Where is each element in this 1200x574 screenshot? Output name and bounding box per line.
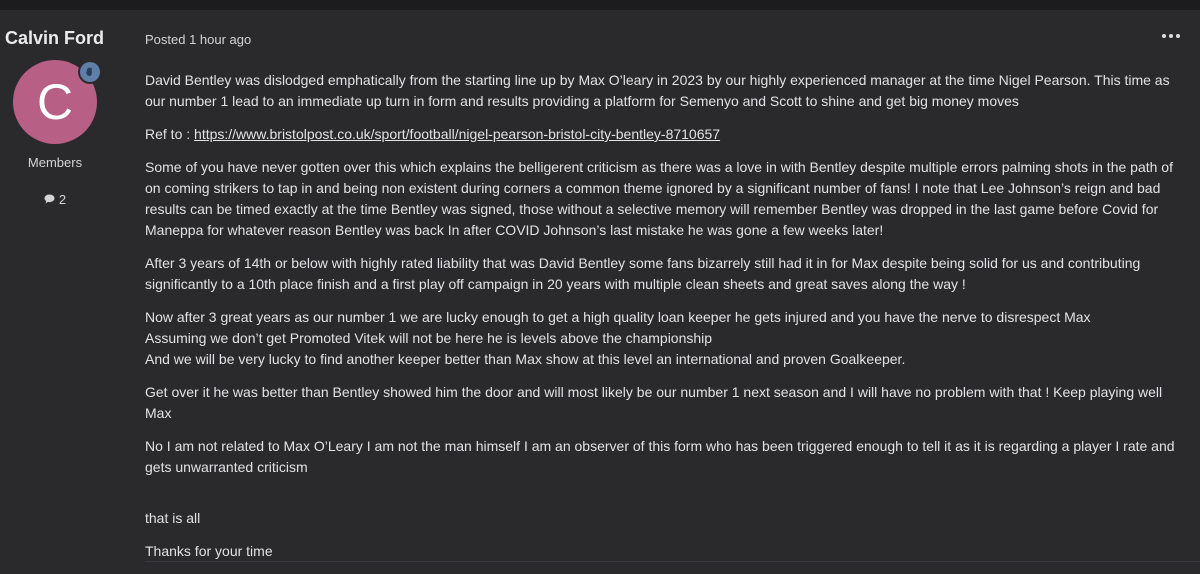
avatar-letter: C: [36, 74, 74, 130]
author-panel: Calvin Ford C Members 2: [0, 10, 122, 569]
post-meta: Posted 1 hour ago: [145, 32, 252, 47]
more-options-icon[interactable]: [1158, 30, 1184, 42]
comment-icon: [44, 192, 55, 207]
ref-label: Ref to :: [145, 126, 195, 142]
divider: [145, 561, 1200, 562]
post-content: David Bentley was dislodged emphatically…: [145, 70, 1190, 574]
paragraph: After 3 years of 14th or below with high…: [145, 255, 1141, 292]
top-bar: [0, 0, 1200, 10]
paragraph-multiline: Now after 3 great years as our number 1 …: [145, 307, 1190, 370]
line: And we will be very lucky to find anothe…: [145, 351, 906, 367]
post-count-value: 2: [58, 192, 67, 207]
reference-paragraph: Ref to : https://www.bristolpost.co.uk/s…: [145, 124, 1190, 145]
paragraph: that is all: [145, 510, 201, 526]
ref-link[interactable]: https://www.bristolpost.co.uk/sport/foot…: [194, 126, 720, 142]
line: Assuming we don’t get Promoted Vitek wil…: [145, 330, 713, 346]
hand-badge-icon: [80, 62, 100, 82]
post-count: 2: [0, 192, 110, 207]
post: Posted 1 hour ago David Bentley was disl…: [145, 10, 1190, 569]
paragraph: Get over it he was better than Bentley s…: [145, 384, 1163, 421]
paragraph: David Bentley was dislodged emphatically…: [145, 72, 1170, 109]
line: Now after 3 great years as our number 1 …: [145, 309, 1091, 325]
paragraph: Some of you have never gotten over this …: [145, 159, 1173, 238]
paragraph: Thanks for your time: [145, 543, 273, 559]
paragraph: No I am not related to Max O’Leary I am …: [145, 438, 1175, 475]
member-group: Members: [27, 155, 83, 170]
author-name[interactable]: Calvin Ford: [5, 28, 104, 49]
